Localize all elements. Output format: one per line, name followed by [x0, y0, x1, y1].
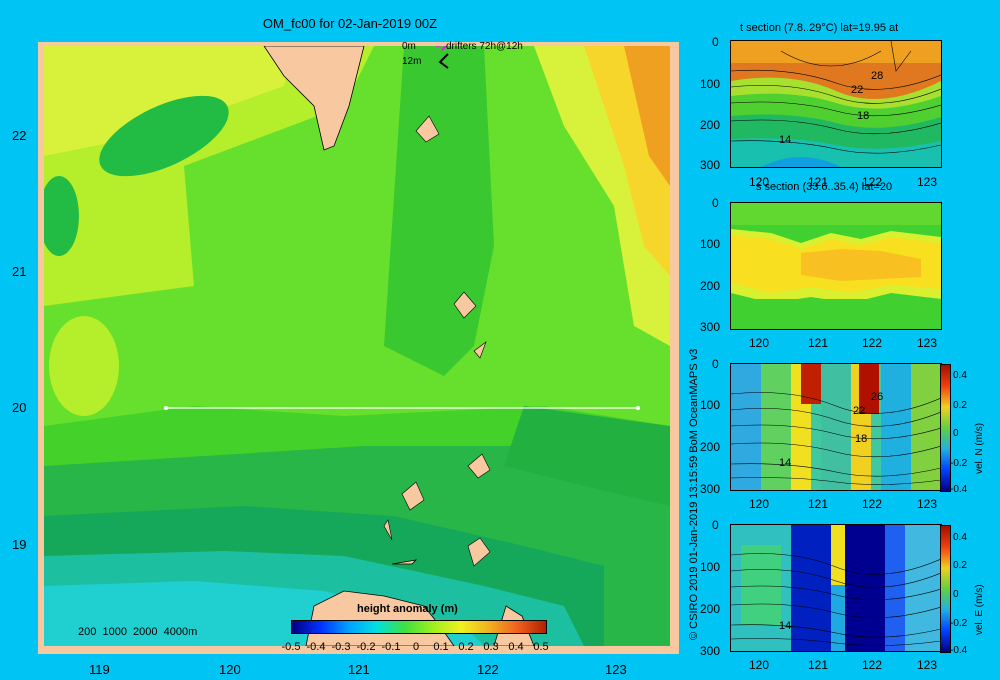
- vel-n-label: vel. N (m/s): [974, 422, 985, 474]
- depth-legend: 200 1000 2000 4000m: [78, 626, 198, 638]
- p3-xtick-120: 120: [749, 497, 770, 511]
- ve-cbar-neg0.4: -0.4: [950, 645, 968, 656]
- p4-xtick-122: 122: [862, 658, 883, 672]
- cbar-tick-0: -0.5: [282, 641, 301, 653]
- lon-label-123: 123: [605, 662, 627, 677]
- colorbar-tick-labels: -0.5 -0.4 -0.3 -0.2 -0.1 0 0.1 0.2 0.3 0…: [282, 641, 549, 653]
- p2-xtick-121: 121: [808, 336, 829, 350]
- vn-cbar-0.2: 0.2: [953, 400, 967, 411]
- credit-text: © CSIRO 2019 01-Jan-2019 13:15:59 BoM Oc…: [688, 348, 700, 640]
- vn-cbar-0: 0: [953, 428, 959, 439]
- lat-label-19: 19: [12, 537, 27, 552]
- t-section-panel[interactable]: 28 22 18 14: [730, 40, 942, 168]
- vn-cbar-0.4: 0.4: [953, 370, 967, 381]
- p3-xtick-121: 121: [808, 497, 829, 511]
- cbar-tick-9: 0.4: [508, 641, 523, 653]
- vn-contour-22: 22: [853, 405, 865, 417]
- cbar-tick-7: 0.2: [458, 641, 473, 653]
- lat-label-22: 22: [12, 128, 27, 143]
- cbar-tick-2: -0.3: [332, 641, 351, 653]
- cbar-tick-8: 0.3: [483, 641, 498, 653]
- t-contour-18: 18: [857, 110, 869, 122]
- ve-cbar-0: 0: [953, 589, 959, 600]
- t-contour-22: 22: [851, 84, 863, 96]
- p2-ytick-200: 200: [700, 279, 721, 293]
- p2-ytick-100: 100: [700, 237, 721, 251]
- p2-xtick-123: 123: [917, 336, 938, 350]
- vel-n-section-panel[interactable]: 26 22 18 14: [730, 363, 942, 491]
- p3-xtick-123: 123: [917, 497, 938, 511]
- p2-ytick-300: 300: [700, 320, 721, 334]
- p1-ytick-0: 0: [712, 35, 719, 49]
- p3-ytick-200: 200: [700, 440, 721, 454]
- p3-ytick-300: 300: [700, 482, 721, 496]
- ve-cbar-0.2: 0.2: [953, 560, 967, 571]
- p4-ytick-300: 300: [700, 644, 721, 658]
- vn-contour-14: 14: [779, 457, 791, 469]
- t-section-title: t section (7.8..29°C) lat=19.95 at: [740, 22, 899, 34]
- cbar-tick-6: 0.1: [433, 641, 448, 653]
- height-anomaly-colorbar: [291, 620, 547, 634]
- vn-contour-18: 18: [855, 433, 867, 445]
- s-section-title: s section (33.6..35.4) lat=20: [756, 181, 893, 193]
- t-contour-28: 28: [871, 70, 883, 82]
- vn-contour-26: 26: [871, 391, 883, 403]
- cbar-tick-10: 0.5: [533, 641, 548, 653]
- lon-label-122: 122: [477, 662, 499, 677]
- vel-e-section-panel[interactable]: 14: [730, 524, 942, 652]
- vel-e-label: vel. E (m/s): [974, 584, 985, 635]
- cbar-tick-3: -0.2: [357, 641, 376, 653]
- p2-xtick-122: 122: [862, 336, 883, 350]
- drifter-text: drifters 72h@12h: [446, 41, 523, 52]
- height-anomaly-map[interactable]: [44, 46, 670, 646]
- p4-ytick-100: 100: [700, 560, 721, 574]
- p1-ytick-300: 300: [700, 158, 721, 172]
- ve-cbar-neg0.2: -0.2: [950, 618, 968, 629]
- p3-ytick-100: 100: [700, 398, 721, 412]
- ve-cbar-0.4: 0.4: [953, 532, 967, 543]
- vel-e-colorbar: [940, 525, 951, 653]
- lat-label-20: 20: [12, 400, 27, 415]
- lon-label-121: 121: [348, 662, 370, 677]
- drifter-label-0m: 0m: [402, 41, 416, 52]
- p1-ytick-100: 100: [700, 77, 721, 91]
- p4-ytick-200: 200: [700, 602, 721, 616]
- cbar-tick-5: 0: [413, 641, 419, 653]
- t-contour-14: 14: [779, 134, 791, 146]
- lon-label-120: 120: [219, 662, 241, 677]
- p1-ytick-200: 200: [700, 118, 721, 132]
- lon-label-119: 119: [89, 662, 110, 677]
- drifter-label-12m: 12m: [402, 56, 422, 67]
- cbar-tick-1: -0.4: [307, 641, 326, 653]
- map-title: OM_fc00 for 02-Jan-2019 00Z: [262, 16, 438, 31]
- p4-xtick-123: 123: [917, 658, 938, 672]
- vn-cbar-neg0.4: -0.4: [950, 484, 968, 495]
- s-section-panel[interactable]: [730, 202, 942, 330]
- p3-ytick-0: 0: [712, 357, 719, 371]
- vel-n-colorbar: [940, 364, 951, 492]
- vn-cbar-neg0.2: -0.2: [950, 458, 968, 469]
- p1-xtick-123: 123: [917, 175, 938, 189]
- p3-xtick-122: 122: [862, 497, 883, 511]
- p4-ytick-0: 0: [712, 518, 719, 532]
- ve-contour-14: 14: [779, 620, 791, 632]
- cbar-tick-4: -0.1: [382, 641, 401, 653]
- colorbar-title: height anomaly (m): [357, 603, 458, 615]
- lat-label-21: 21: [12, 264, 27, 279]
- p2-ytick-0: 0: [712, 196, 719, 210]
- p4-xtick-121: 121: [808, 658, 829, 672]
- p2-xtick-120: 120: [749, 336, 770, 350]
- p4-xtick-120: 120: [749, 658, 770, 672]
